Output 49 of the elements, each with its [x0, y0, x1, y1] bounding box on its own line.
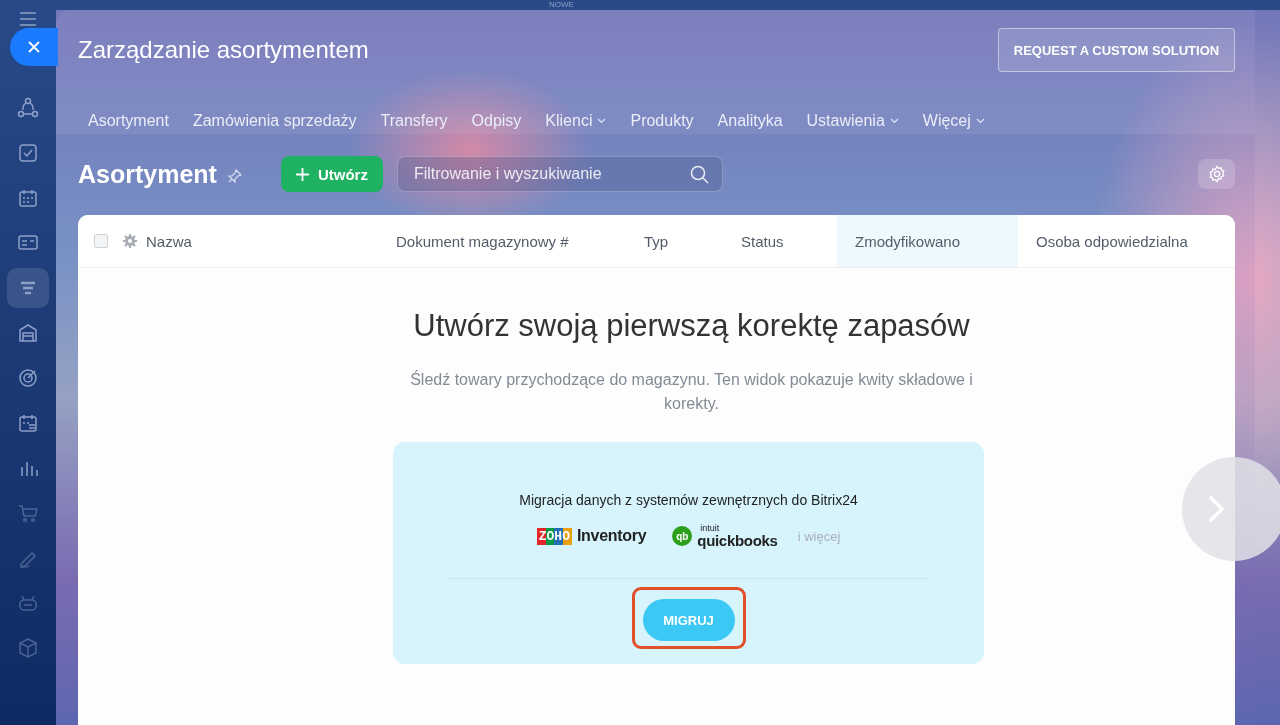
plus-icon — [295, 167, 309, 181]
cart-icon — [17, 502, 39, 524]
target-icon — [17, 367, 39, 389]
empty-state-description: Śledź towary przychodzące do magazynu. Ten widok pokazuje kwity składowe i korekty. — [409, 369, 974, 414]
calendar-list-icon — [17, 412, 39, 434]
empty-state-title: Utwórz swoją pierwszą korektę zapasów — [413, 308, 970, 344]
nav-tab[interactable]: Asortyment — [76, 108, 181, 134]
nav-tab[interactable]: Klienci — [533, 108, 619, 134]
page-heading: Asortyment — [78, 159, 217, 189]
chevron-right-icon — [1208, 495, 1224, 523]
settings-button[interactable] — [1198, 159, 1235, 189]
column-header[interactable]: Typ — [644, 215, 741, 267]
search-icon — [689, 165, 709, 184]
box-icon — [17, 637, 39, 659]
menu-icon[interactable] — [19, 12, 37, 26]
nav-tab[interactable]: Więcej — [910, 108, 997, 134]
nav-tab[interactable]: Ustawienia — [794, 108, 911, 134]
migrate-button[interactable]: MIGRUJ — [642, 599, 735, 641]
select-all-checkbox[interactable] — [94, 234, 108, 248]
new-label: NOWE — [549, 0, 574, 9]
column-header[interactable]: Zmodyfikowano — [837, 215, 1018, 267]
column-header[interactable]: Osoba odpowiedzialna — [1018, 215, 1208, 267]
calendar-icon — [17, 187, 39, 209]
nav-tab[interactable]: Produkty — [618, 108, 706, 134]
checkbox-icon — [17, 142, 39, 164]
warehouse-icon — [17, 322, 39, 344]
column-header[interactable]: Status — [741, 215, 837, 267]
chevron-down-icon — [889, 118, 899, 124]
quickbooks-logo: qb intuit quickbooks — [672, 524, 778, 548]
close-icon — [28, 41, 40, 53]
request-solution-button[interactable]: REQUEST A CUSTOM SOLUTION — [998, 28, 1235, 72]
sidebar-item[interactable] — [7, 268, 49, 308]
chevron-down-icon — [975, 118, 985, 124]
column-header[interactable]: Dokument magazynowy # — [396, 215, 644, 267]
create-button[interactable]: Utwórz — [280, 156, 383, 192]
migration-text: Migracja danych z systemów zewnętrznych do Bitrix24 — [519, 492, 858, 508]
pin-icon[interactable] — [226, 168, 243, 184]
nav-tab[interactable]: Analityka — [705, 108, 795, 134]
window-title: Zarządzanie asortymentem — [78, 36, 369, 64]
column-header[interactable]: Nazwa — [146, 215, 396, 267]
nav-tab[interactable]: Odpisy — [459, 108, 534, 134]
close-button[interactable] — [10, 28, 58, 66]
gear-icon[interactable] — [122, 233, 138, 249]
nav-tab[interactable]: Zamówienia sprzedaży — [180, 108, 369, 134]
nodes-icon — [17, 97, 39, 119]
settings-icon — [1207, 165, 1226, 183]
more-label: i więcej — [797, 528, 841, 544]
chevron-down-icon — [597, 118, 607, 124]
nav-tab[interactable]: Transfery — [368, 108, 460, 134]
